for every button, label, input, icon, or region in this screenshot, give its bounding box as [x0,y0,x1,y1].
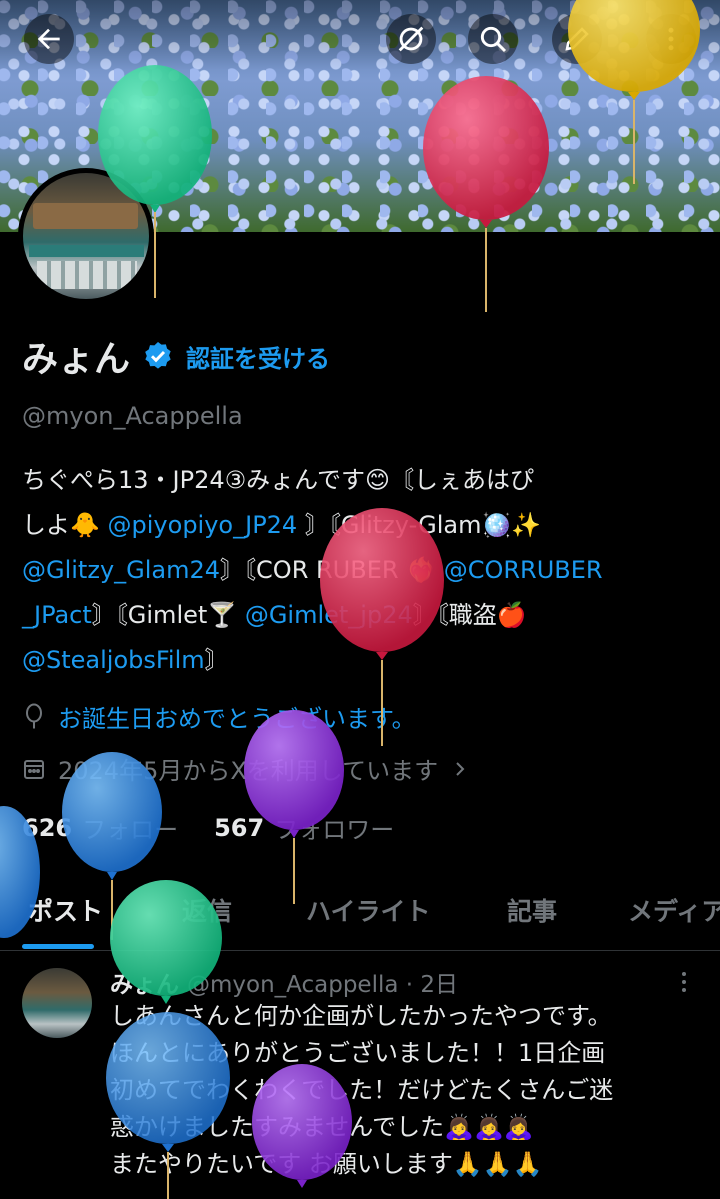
tab-media[interactable]: メディア [628,892,720,928]
post-author-name[interactable]: みょん [110,965,179,999]
tab-posts[interactable]: ポスト [28,892,103,928]
follow-stats: 626 フォロー 567 フォロワー [22,810,430,845]
joined-text: 2024年5月からXを利用しています [58,757,439,785]
post-line: またやりたいです お願いします🙏🙏🙏 [110,1150,543,1178]
profile-name: みょん [22,339,131,380]
verified-badge-icon[interactable] [142,340,174,372]
tab-replies[interactable]: 返信 [182,892,232,928]
following-count[interactable]: 626 [22,814,72,842]
search-button[interactable] [468,14,518,64]
bio-text: しよ🐥 [22,511,100,539]
post-line: ほんとにありがとうございました！！1日企画 [110,1039,606,1067]
back-button[interactable] [24,14,74,64]
pencil-icon [565,27,589,51]
profile-avatar[interactable] [18,168,154,304]
post-header: みょん @myon_Acappella · 2日 [110,965,458,999]
chevron-right-icon [456,761,465,776]
post-line: 初めてでわくわくでした！だけどたくさんご迷 [110,1076,614,1104]
bio-line: ちぐぺら13・JP24③みょんです😊〘しぇあはぴ [22,466,534,494]
post-line: しあんさんと何か企画がしたかったやつです。 [110,1002,612,1030]
search-icon [480,26,507,53]
mention-link[interactable]: @piyopiyo_JP24 [108,511,298,539]
mention-link[interactable]: _JPact [22,601,92,629]
active-tab-indicator [22,944,94,949]
bio-text: 〙〘Gimlet🍸 [91,601,238,629]
bio-text: 〙〘Glitzy-Glam🪩✨ [304,511,542,539]
bio-text: 〙 [204,646,229,674]
post-avatar[interactable] [22,968,92,1038]
joined-row[interactable]: 2024年5月からXを利用しています [22,751,484,786]
tab-articles[interactable]: 記事 [507,892,557,928]
post-handle-time: @myon_Acappella · 2日 [187,972,459,998]
profile-handle: @myon_Acappella [22,402,243,430]
followers-count[interactable]: 567 [214,814,264,842]
sync-off-icon [398,26,424,52]
following-label[interactable]: フォロー [82,810,178,845]
mention-link[interactable]: @StealjobsFilm [22,646,205,674]
sync-button[interactable] [386,14,436,64]
edit-button[interactable] [552,14,602,64]
post-line: 惑かけましたすみませんでした🙇‍♀️🙇‍♀️🙇‍♀️ [110,1113,534,1141]
birthday-text[interactable]: お誕生日おめでとうございます。 [58,699,416,734]
profile-bio: ちぐぺら13・JP24③みょんです😊〘しぇあはぴ しよ🐥 @piyopiyo_J… [22,458,702,683]
post-body[interactable]: しあんさんと何か企画がしたかったやつです。 ほんとにありがとうございました！！1… [110,998,710,1183]
followers-label[interactable]: フォロワー [274,810,394,845]
get-verified-link[interactable]: 認証を受ける [186,339,330,374]
profile-name-row: みょん 認証を受ける [22,330,330,382]
profile-tabs: ポスト 返信 ハイライト 記事 メディア [0,870,720,951]
mention-link[interactable]: @Gimlet_jp24 [245,601,413,629]
birthday-row: お誕生日おめでとうございます。 [22,699,416,734]
bio-text: 〙〘COR RUBER ❤️‍🔥 [220,556,437,584]
post-more-icon[interactable] [676,970,692,994]
more-vertical-icon [668,27,674,51]
calendar-icon [24,759,44,779]
balloon-icon [26,703,42,728]
mention-link[interactable]: @Glitzy_Glam24 [22,556,220,584]
mention-link[interactable]: @CORRUBER [444,556,603,584]
tab-highlights[interactable]: ハイライト [306,892,431,928]
back-arrow-icon [37,28,60,50]
more-button[interactable] [646,14,696,64]
bio-text: 〙〘職盗🍎 [412,601,527,629]
